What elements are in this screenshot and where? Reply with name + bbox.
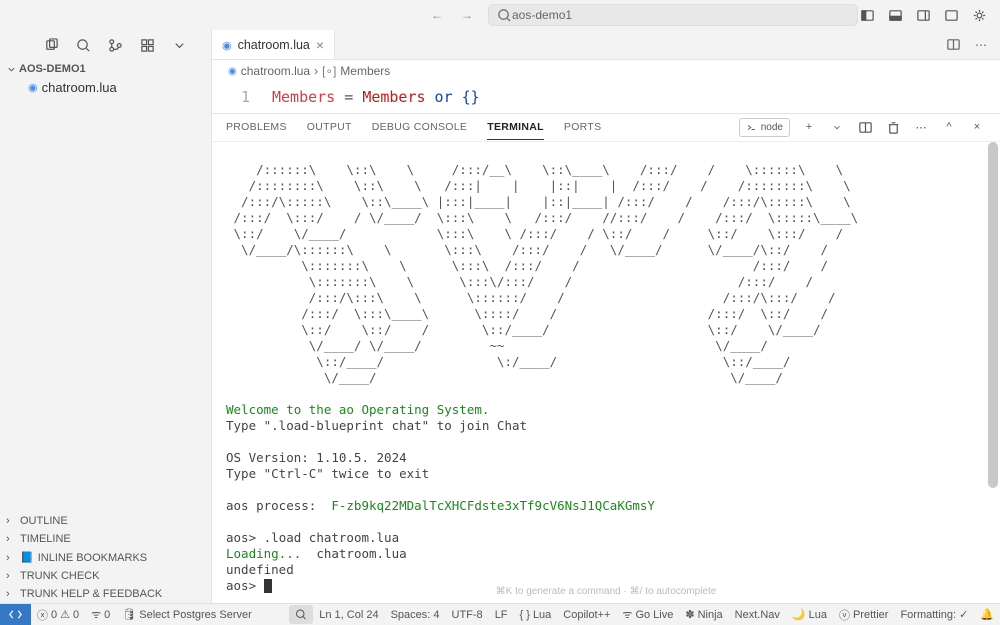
nav-back-icon[interactable]: ← (428, 6, 446, 24)
file-tree-item[interactable]: ◉ chatroom.lua (0, 78, 211, 97)
tab-label: chatroom.lua (238, 38, 310, 52)
terminal-loading-label: Loading... (226, 546, 316, 561)
editor-tabs: ◉ chatroom.lua × ⋯ (212, 30, 1000, 60)
status-lua-ext[interactable]: 🌙Lua (786, 608, 833, 621)
panel-tab-ports[interactable]: PORTS (564, 115, 601, 139)
status-ports[interactable]: ᯤ 0 (85, 607, 116, 622)
status-postgres[interactable]: 🛢 Select Postgres Server (116, 608, 257, 621)
status-bell-icon[interactable]: 🔔 (974, 608, 1000, 621)
symbol-icon: [∘] (322, 64, 336, 78)
terminal-hint-load: Type ".load-blueprint chat" to join Chat (226, 418, 527, 433)
code-editor[interactable]: 1 Members = Members or {} (212, 82, 1000, 113)
sidebar-section-trunk-check[interactable]: ›TRUNK CHECK (0, 567, 211, 585)
more-terminal-icon[interactable]: ⋯ (912, 118, 930, 136)
extensions-icon[interactable] (138, 36, 156, 54)
search-sidebar-icon[interactable] (74, 36, 92, 54)
terminal-undefined: undefined (226, 562, 294, 577)
terminal-shell-selector[interactable]: node (739, 118, 790, 137)
remote-indicator[interactable] (0, 604, 31, 625)
panel-tab-terminal[interactable]: TERMINAL (487, 115, 544, 140)
status-errors[interactable]: ⓧ 0 ⚠ 0 (31, 607, 85, 623)
split-editor-icon[interactable] (944, 36, 962, 54)
status-spaces[interactable]: Spaces: 4 (385, 609, 446, 621)
lua-file-icon: ◉ (28, 81, 38, 94)
terminal-footer-hint: ⌘K to generate a command · ⌘/ to autocom… (496, 586, 717, 599)
project-name: AOS-DEMO1 (19, 63, 86, 75)
status-nextnav[interactable]: Next.Nav (729, 609, 786, 621)
command-center-search[interactable]: aos-demo1 (488, 4, 858, 26)
terminal-exit: Type "Ctrl-C" twice to exit (226, 466, 429, 481)
search-icon (497, 8, 512, 23)
terminal-welcome: Welcome to the ao Operating System. (226, 402, 489, 417)
terminal-process-id: F-zb9kq22MDalTcXHCFdste3xTf9cV6NsJ1QCaKG… (331, 498, 655, 513)
sidebar-section-timeline[interactable]: ›TIMELINE (0, 530, 211, 548)
more-actions-icon[interactable]: ⋯ (972, 36, 990, 54)
terminal-scrollbar[interactable] (988, 142, 998, 604)
terminal-version: OS Version: 1.10.5. 2024 (226, 450, 407, 465)
editor-area: ◉ chatroom.lua × ⋯ ◉ chatroom.lua › [∘] … (212, 30, 1000, 603)
status-prettier[interactable]: ⓥ Prettier (833, 607, 894, 623)
search-text: aos-demo1 (512, 8, 572, 22)
sidebar-section-outline[interactable]: ›OUTLINE (0, 512, 211, 530)
explorer-project-header[interactable]: AOS-DEMO1 (0, 60, 211, 78)
terminal-prompt1: aos> (226, 530, 264, 545)
code-line: Members = Members or {} (268, 86, 480, 109)
sidebar: AOS-DEMO1 ◉ chatroom.lua ›OUTLINE ›TIMEL… (0, 30, 212, 603)
status-lang[interactable]: { } Lua (514, 609, 558, 621)
terminal-prompt2: aos> (226, 578, 264, 593)
nav-forward-icon[interactable]: → (458, 6, 476, 24)
panel-tab-debug[interactable]: DEBUG CONSOLE (372, 115, 468, 139)
status-eol[interactable]: LF (489, 609, 514, 621)
layout-sidebar-left-icon[interactable] (858, 6, 876, 24)
bottom-panel: PROBLEMS OUTPUT DEBUG CONSOLE TERMINAL P… (212, 113, 1000, 604)
terminal-process-label: aos process: (226, 498, 331, 513)
lua-file-icon: ◉ (222, 39, 232, 52)
terminal-cursor (264, 579, 272, 593)
status-formatting[interactable]: Formatting: ✓ (894, 608, 974, 621)
status-cursor-pos[interactable]: Ln 1, Col 24 (313, 609, 384, 621)
terminal[interactable]: /::::::\ \::\ \ /:::/__\ \::\____\ /:::/… (212, 142, 1000, 604)
status-copilot[interactable]: Copilot++ (557, 609, 616, 621)
new-terminal-icon[interactable]: + (800, 118, 818, 136)
titlebar: ← → aos-demo1 (0, 0, 1000, 30)
sidebar-section-bookmarks[interactable]: ›📘 INLINE BOOKMARKS (0, 548, 211, 567)
layout-customize-icon[interactable] (942, 6, 960, 24)
chevron-down-icon[interactable] (170, 36, 188, 54)
terminal-dropdown-icon[interactable] (828, 118, 846, 136)
close-panel-icon[interactable]: × (968, 118, 986, 136)
panel-tab-output[interactable]: OUTPUT (307, 115, 352, 139)
breadcrumb-separator: › (314, 64, 318, 78)
breadcrumb[interactable]: ◉ chatroom.lua › [∘] Members (212, 60, 1000, 82)
lua-file-icon: ◉ (228, 66, 237, 77)
status-encoding[interactable]: UTF-8 (446, 609, 489, 621)
line-number: 1 (212, 86, 268, 109)
statusbar: ⓧ 0 ⚠ 0 ᯤ 0 🛢 Select Postgres Server Ln … (0, 603, 1000, 625)
breadcrumb-symbol: Members (340, 64, 390, 78)
ascii-art: /::::::\ \::\ \ /:::/__\ \::\____\ /:::/… (226, 162, 858, 385)
tab-chatroom-lua[interactable]: ◉ chatroom.lua × (212, 30, 335, 59)
close-tab-icon[interactable]: × (316, 37, 324, 53)
terminal-loading-file: chatroom.lua (316, 546, 406, 561)
status-golive[interactable]: ᯤ Go Live (616, 607, 679, 622)
panel-tabs: PROBLEMS OUTPUT DEBUG CONSOLE TERMINAL P… (212, 114, 1000, 142)
status-search-icon[interactable] (289, 605, 313, 624)
file-name: chatroom.lua (42, 80, 117, 95)
layout-panel-icon[interactable] (886, 6, 904, 24)
copy-icon[interactable] (42, 36, 60, 54)
maximize-panel-icon[interactable]: ^ (940, 118, 958, 136)
settings-gear-icon[interactable] (970, 6, 988, 24)
breadcrumb-file: chatroom.lua (241, 64, 310, 78)
split-terminal-icon[interactable] (856, 118, 874, 136)
layout-sidebar-right-icon[interactable] (914, 6, 932, 24)
terminal-cmd1: .load chatroom.lua (264, 530, 399, 545)
scrollbar-thumb[interactable] (988, 142, 998, 488)
source-control-icon[interactable] (106, 36, 124, 54)
panel-tab-problems[interactable]: PROBLEMS (226, 115, 287, 139)
sidebar-section-trunk-help[interactable]: ›TRUNK HELP & FEEDBACK (0, 585, 211, 603)
kill-terminal-icon[interactable] (884, 118, 902, 136)
status-ninja[interactable]: ✽ Ninja (679, 608, 728, 621)
